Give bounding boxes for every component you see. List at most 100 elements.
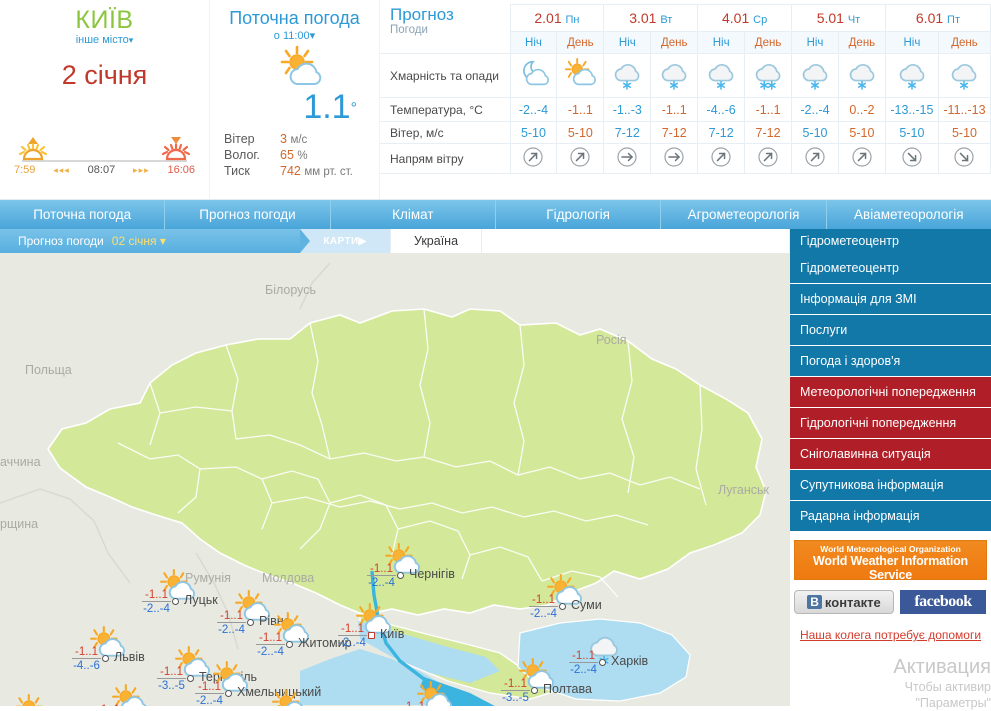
param-wind: Вітер 3 м/с <box>224 132 379 146</box>
map-city-temp-high: -1..1 <box>366 563 396 576</box>
forecast-day-header[interactable]: 3.01 Вт <box>603 4 699 32</box>
sidebar-item-3[interactable]: Послуги <box>790 315 991 346</box>
sun-times-widget: 7:59 ◂◂◂ 08:07 ▸▸▸ 16:06 <box>0 131 209 183</box>
vkontakte-button[interactable]: В контакте <box>794 590 894 614</box>
map-city-weather-icon <box>107 684 151 706</box>
forecast-title: Прогноз <box>390 4 454 24</box>
map-country-label: аччина <box>0 455 41 469</box>
map-city-temp-low: -2..-4 <box>143 603 170 615</box>
map-city-dot <box>172 598 179 605</box>
forecast-wind-cell: 5-10 <box>509 121 558 144</box>
facebook-button[interactable]: facebook <box>900 590 986 614</box>
weather-map[interactable]: Білорусь Росія Польща Румунія Молдова аччина р… <box>0 253 790 706</box>
nav-tab-1[interactable]: Поточна погода <box>0 200 166 229</box>
sidebar-item-label: Гідрологічні попередження <box>800 416 957 430</box>
forecast-temperature-cell: -13..-15 <box>884 97 939 122</box>
sidebar-item-label: Інформація для ЗМІ <box>800 292 917 306</box>
wmo-line2: World Weather Information Service <box>813 554 968 582</box>
help-colleague-link[interactable]: Наша колега потребує допомоги <box>794 628 987 642</box>
vk-label: контакте <box>824 594 881 610</box>
nav-tab-3[interactable]: Клімат <box>330 200 496 229</box>
sidebar-item-4[interactable]: Погода і здоров'я <box>790 346 991 377</box>
map-city-temp-low: -2..-4 <box>196 695 223 706</box>
change-city-link[interactable]: інше місто▾ <box>0 34 209 46</box>
nav-tab-6[interactable]: Авіаметеорологія <box>826 200 991 229</box>
nav-tab-5[interactable]: Агрометеорологія <box>661 200 827 229</box>
forecast-wind-cell: 5-10 <box>884 121 939 144</box>
map-city-dot <box>599 659 606 666</box>
sidebar-item-2[interactable]: Інформація для ЗМІ <box>790 284 991 315</box>
nav-tab-4[interactable]: Гідрологія <box>495 200 662 229</box>
param-humidity: Волог. 65 % <box>224 148 379 162</box>
forecast-period-cell[interactable]: День <box>744 31 793 54</box>
maps-tab[interactable]: КАРТИ▶ <box>300 229 390 253</box>
wind-direction-icon <box>509 143 558 174</box>
forecast-day-header[interactable]: 2.01 Пн <box>509 4 605 32</box>
wind-direction-icon <box>884 143 939 174</box>
forecast-period-cell[interactable]: Ніч <box>509 31 558 54</box>
forecast-day-header[interactable]: 5.01 Чт <box>791 4 886 32</box>
sidebar-item-8[interactable]: Супутникова інформація <box>790 470 991 501</box>
row-label-wind-direction: Напрям вітру <box>380 143 511 174</box>
forecast-temperature-cell: 0..-2 <box>837 97 886 122</box>
forecast-period-cell[interactable]: Ніч <box>791 31 839 54</box>
forecast-temperature-cell: -1..1 <box>650 97 699 122</box>
forecast-wind-cell: 5-10 <box>837 121 886 144</box>
sidebar-item-label: Метеорологічні попередження <box>800 385 976 399</box>
sidebar-item-9[interactable]: Радарна інформація <box>790 501 991 532</box>
current-condition-icon <box>210 44 379 90</box>
forecast-period-cell[interactable]: Ніч <box>603 31 652 54</box>
sidebar-item-7[interactable]: Сніголавинна ситуація <box>790 439 991 470</box>
sidebar-item-5[interactable]: Метеорологічні попередження <box>790 377 991 408</box>
map-city-temp-high: -1..1 <box>71 646 101 659</box>
forecast-period-cell[interactable]: День <box>837 31 886 54</box>
current-time-selector[interactable]: о 11:00▾ <box>210 29 379 42</box>
map-city-temp-low: -2..-4 <box>530 608 557 620</box>
sunrise-time: 7:59 <box>14 164 36 176</box>
city-name: КИЇВ <box>75 6 134 34</box>
forecast-day-header[interactable]: 6.01 Пт <box>884 4 991 32</box>
map-city-name: Суми <box>571 598 602 612</box>
wmo-banner[interactable]: World Meteorological Organization World … <box>794 540 987 591</box>
sidebar-item-label: Гідрометеоцентр <box>800 261 899 275</box>
map-city-temps: -1..1-2..-4 <box>399 701 428 706</box>
forecast-day-header[interactable]: 4.01 Ср <box>697 4 793 32</box>
forecast-days-row: Прогноз Погоди 2.01 Пн 3.01 Вт 4.01 Ср 5… <box>380 4 991 36</box>
sidebar-item-1[interactable]: Гідрометеоцентр <box>790 253 991 284</box>
sidebar-header[interactable]: Гідрометеоцентр <box>790 229 991 253</box>
map-city-temp-low: -3..-5 <box>502 692 529 704</box>
forecast-condition-icon <box>937 53 991 98</box>
map-city-temps: -1..1-2..-4 <box>528 594 558 620</box>
degree-symbol: ° <box>350 100 357 117</box>
row-label-clouds: Хмарність та опади <box>380 53 511 98</box>
map-city-temp-low: -2..-4 <box>368 577 395 589</box>
map-city-temps: -1..1-2..-4 <box>141 589 171 615</box>
forecast-period-cell[interactable]: Ніч <box>697 31 746 54</box>
forecast-condition-icon <box>791 53 839 98</box>
forecast-condition-icon <box>697 53 746 98</box>
param-wind-label: Вітер <box>224 132 255 146</box>
map-city-dot <box>102 655 109 662</box>
forecast-clouds-row: Хмарність та опади <box>380 53 991 98</box>
forecast-temperature-cell: -1..1 <box>744 97 793 122</box>
forecast-period-cell[interactable]: День <box>556 31 605 54</box>
map-city-temps: -1..1-2..-4 <box>216 610 246 636</box>
forecast-period-cell[interactable]: День <box>650 31 699 54</box>
forecast-condition-icon <box>603 53 652 98</box>
sidebar-item-6[interactable]: Гідрологічні попередження <box>790 408 991 439</box>
forecast-condition-icon <box>837 53 886 98</box>
breadcrumb-date-selector[interactable]: 02 січня ▾ <box>112 234 166 248</box>
forecast-period-cell[interactable]: Ніч <box>884 31 939 54</box>
forecast-temperature-cell: -11..-13 <box>937 97 991 122</box>
forecast-wind-cell: 7-12 <box>744 121 793 144</box>
map-country-label: Луганськ <box>718 483 769 497</box>
country-tab[interactable]: Україна <box>390 229 482 253</box>
param-humidity-label: Волог. <box>224 148 260 162</box>
forecast-period-cell[interactable]: День <box>937 31 991 54</box>
wind-direction-icon <box>744 143 793 174</box>
arrows-left-icon: ◂◂◂ <box>53 164 70 175</box>
top-panel: КИЇВ інше місто▾ 2 січня 7:59 ◂◂◂ 08:07 … <box>0 0 991 200</box>
nav-tab-2[interactable]: Прогноз погоди <box>165 200 331 229</box>
forecast-wind-cell: 7-12 <box>603 121 652 144</box>
param-wind-unit: м/с <box>290 134 308 146</box>
